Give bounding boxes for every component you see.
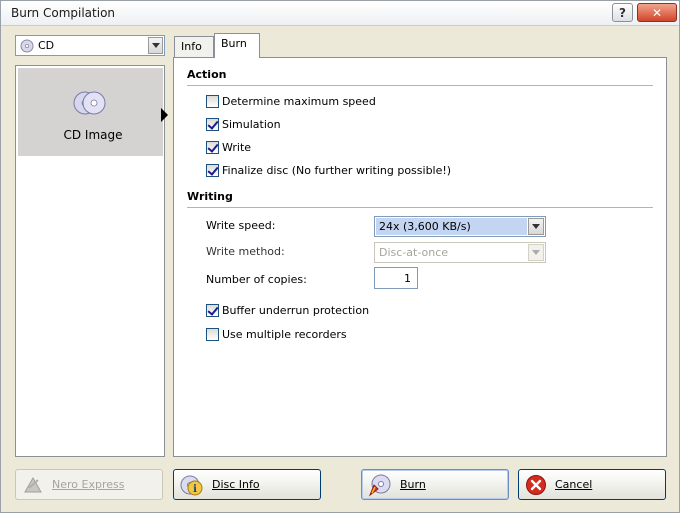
write-speed-label: Write speed: <box>206 219 276 232</box>
burn-compilation-window: Burn Compilation ? ✕ CD CD Image Info Bu… <box>0 0 680 513</box>
divider <box>187 85 653 86</box>
chevron-down-icon <box>151 43 160 48</box>
checkbox[interactable] <box>206 304 219 317</box>
close-icon: ✕ <box>651 5 663 20</box>
list-item-cd-image[interactable]: CD Image <box>18 68 168 156</box>
nero-express-button: Nero Express <box>15 469 163 500</box>
write-speed-dropdown-button[interactable] <box>528 218 544 235</box>
option-buffer-underrun[interactable]: Buffer underrun protection <box>206 304 369 317</box>
option-determine-max-speed[interactable]: Determine maximum speed <box>206 95 376 108</box>
tab-info[interactable]: Info <box>174 36 214 57</box>
option-finalize-disc[interactable]: Finalize disc (No further writing possib… <box>206 164 451 177</box>
checkbox-label: Finalize disc (No further writing possib… <box>222 164 452 177</box>
option-simulation[interactable]: Simulation <box>206 118 281 131</box>
button-label: Burn <box>400 478 426 491</box>
cancel-button[interactable]: Cancel <box>518 469 666 500</box>
button-label: Disc Info <box>212 478 260 491</box>
nero-express-icon <box>24 476 42 492</box>
close-button[interactable]: ✕ <box>637 3 677 22</box>
copies-input[interactable]: 1 <box>374 267 418 289</box>
checkbox[interactable] <box>206 164 219 177</box>
section-heading-writing: Writing <box>187 190 233 203</box>
write-method-label: Write method: <box>206 245 285 258</box>
disc-info-button[interactable]: i Disc Info <box>173 469 321 500</box>
checkbox-label: Simulation <box>222 118 281 131</box>
checkbox-label: Write <box>222 141 252 154</box>
media-type-value: CD <box>38 39 55 52</box>
button-label: Cancel <box>555 478 593 491</box>
chevron-down-icon <box>532 250 540 255</box>
checkbox[interactable] <box>206 328 219 341</box>
option-multiple-recorders[interactable]: Use multiple recorders <box>206 328 347 341</box>
chevron-down-icon <box>532 224 540 229</box>
divider <box>187 207 653 208</box>
disc-info-icon: i <box>180 475 203 495</box>
cd-image-icon <box>73 91 106 115</box>
media-type-dropdown-button[interactable] <box>148 37 163 54</box>
cancel-icon <box>526 474 546 495</box>
burn-icon <box>368 474 391 496</box>
write-method-select: Disc-at-once <box>374 242 546 263</box>
window-title: Burn Compilation <box>11 6 116 20</box>
write-speed-select[interactable]: 24x (3,600 KB/s) <box>374 216 546 237</box>
checkbox[interactable] <box>206 95 219 108</box>
compilation-type-list: CD Image <box>15 65 168 457</box>
section-heading-action: Action <box>187 68 227 81</box>
copies-label: Number of copies: <box>206 273 307 286</box>
play-arrow-icon <box>161 108 168 122</box>
cd-icon <box>20 39 34 53</box>
option-write[interactable]: Write <box>206 141 251 154</box>
help-button[interactable]: ? <box>612 3 633 22</box>
checkbox-label: Use multiple recorders <box>222 328 347 341</box>
checkbox-label: Determine maximum speed <box>222 95 376 108</box>
write-speed-value: 24x (3,600 KB/s) <box>376 218 527 235</box>
checkbox[interactable] <box>206 141 219 154</box>
tab-burn[interactable]: Burn <box>214 33 260 58</box>
checkbox-label: Buffer underrun protection <box>222 304 370 317</box>
title-bar[interactable]: Burn Compilation ? ✕ <box>1 1 679 26</box>
svg-text:i: i <box>193 484 197 495</box>
media-type-select[interactable]: CD <box>15 35 165 56</box>
list-item-label: CD Image <box>63 128 123 142</box>
burn-button[interactable]: Burn <box>361 469 509 500</box>
button-label: Nero Express <box>52 478 125 491</box>
checkbox[interactable] <box>206 118 219 131</box>
help-icon: ? <box>619 5 626 20</box>
burn-tab-panel: Action Determine maximum speed Simulatio… <box>173 57 667 457</box>
write-method-dropdown-button <box>528 244 544 261</box>
write-method-value: Disc-at-once <box>379 246 449 259</box>
